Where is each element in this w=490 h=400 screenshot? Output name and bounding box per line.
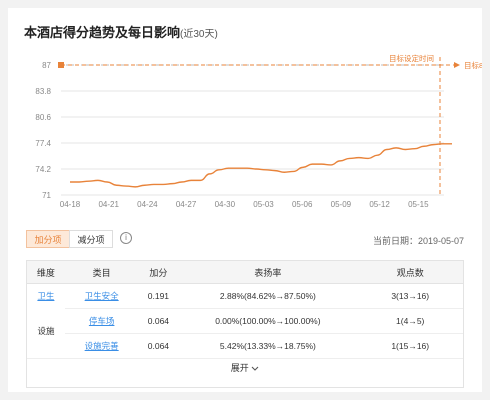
column-header-category: 类目: [92, 267, 111, 278]
target-label: 目标87: [464, 60, 482, 70]
target-time-label: 目标设定时间: [389, 53, 434, 63]
y-tick-label: 77.4: [35, 139, 51, 148]
x-tick-label: 05-06: [292, 200, 313, 209]
y-tick-label: 83.8: [35, 87, 51, 96]
impact-table: 维度 类目 加分 表扬率 观点数 卫生 卫生安全 0.191 2.88%(84.…: [26, 260, 464, 388]
x-tick-label: 04-24: [137, 200, 158, 209]
score-trend-chart: 71 74.2 77.4 80.6 83.8 87 04-18 04-21 04-24 04-27…: [35, 53, 482, 209]
count-value: 1(15→16): [391, 341, 430, 351]
table-row: 停车场 0.064 0.00%(100.00%→100.00%) 1(4→5): [27, 309, 463, 334]
x-tick-label: 04-18: [60, 200, 81, 209]
expand-button[interactable]: 展开: [27, 357, 463, 379]
rate-value: 5.42%(13.33%→18.75%): [219, 341, 316, 351]
tab-deduction-items[interactable]: 减分项: [69, 230, 113, 248]
table-row: 卫生 卫生安全 0.191 2.88%(84.62%→87.50%) 3(13→…: [27, 284, 463, 309]
category-link[interactable]: 卫生安全: [65, 284, 139, 308]
rate-value: 0.00%(100.00%→100.00%): [215, 316, 321, 326]
count-value: 3(13→16): [391, 291, 430, 301]
table-row: 设施完善 0.064 5.42%(13.33%→18.75%) 1(15→16): [27, 334, 463, 359]
x-tick-label: 04-30: [215, 200, 236, 209]
info-icon[interactable]: i: [120, 232, 132, 244]
dimension-link[interactable]: 卫生: [27, 284, 65, 308]
tab-bonus-items[interactable]: 加分项: [26, 230, 70, 248]
count-value: 1(4→5): [396, 316, 425, 326]
y-tick-label: 74.2: [35, 165, 51, 174]
target-arrow: [454, 62, 460, 68]
column-header-count: 观点数: [396, 267, 424, 278]
column-header-score: 加分: [149, 267, 168, 278]
score-value: 0.191: [147, 291, 170, 301]
score-trend-card: 本酒店得分趋势及每日影响(近30天) 71 74.2 77.4 80.6 83.8 87 0…: [8, 8, 482, 392]
current-date: 当前日期：2019-05-07: [372, 236, 464, 246]
title-text: 本酒店得分趋势及每日影响: [24, 25, 181, 40]
column-header-rate: 表扬率: [254, 267, 282, 278]
score-trend-line: [70, 143, 452, 188]
rate-value: 2.88%(84.62%→87.50%): [219, 291, 316, 301]
score-tabs: 加分项 减分项: [26, 230, 113, 248]
y-tick-label: 87: [42, 61, 51, 70]
y-tick-label: 80.6: [35, 113, 51, 122]
score-value: 0.064: [147, 316, 170, 326]
x-tick-label: 05-09: [331, 200, 352, 209]
x-tick-label: 04-27: [176, 200, 197, 209]
score-value: 0.064: [147, 341, 170, 351]
dimension-group-label: 设施: [27, 307, 65, 355]
y-tick-label: 71: [42, 191, 51, 200]
category-link[interactable]: 设施完善: [65, 334, 139, 358]
title-period: (近30天): [180, 29, 218, 40]
table-header: 维度 类目 加分 表扬率 观点数: [27, 261, 463, 284]
chevron-down-icon: [251, 366, 259, 371]
column-header-dimension: 维度: [36, 267, 55, 278]
page-title: 本酒店得分趋势及每日影响(近30天): [24, 22, 218, 41]
x-tick-label: 05-12: [369, 200, 390, 209]
expand-label: 展开: [230, 363, 249, 373]
x-tick-label: 04-21: [98, 200, 119, 209]
category-link[interactable]: 停车场: [65, 309, 139, 333]
x-tick-label: 05-03: [253, 200, 274, 209]
target-marker: [58, 62, 64, 68]
x-tick-label: 05-15: [408, 200, 429, 209]
